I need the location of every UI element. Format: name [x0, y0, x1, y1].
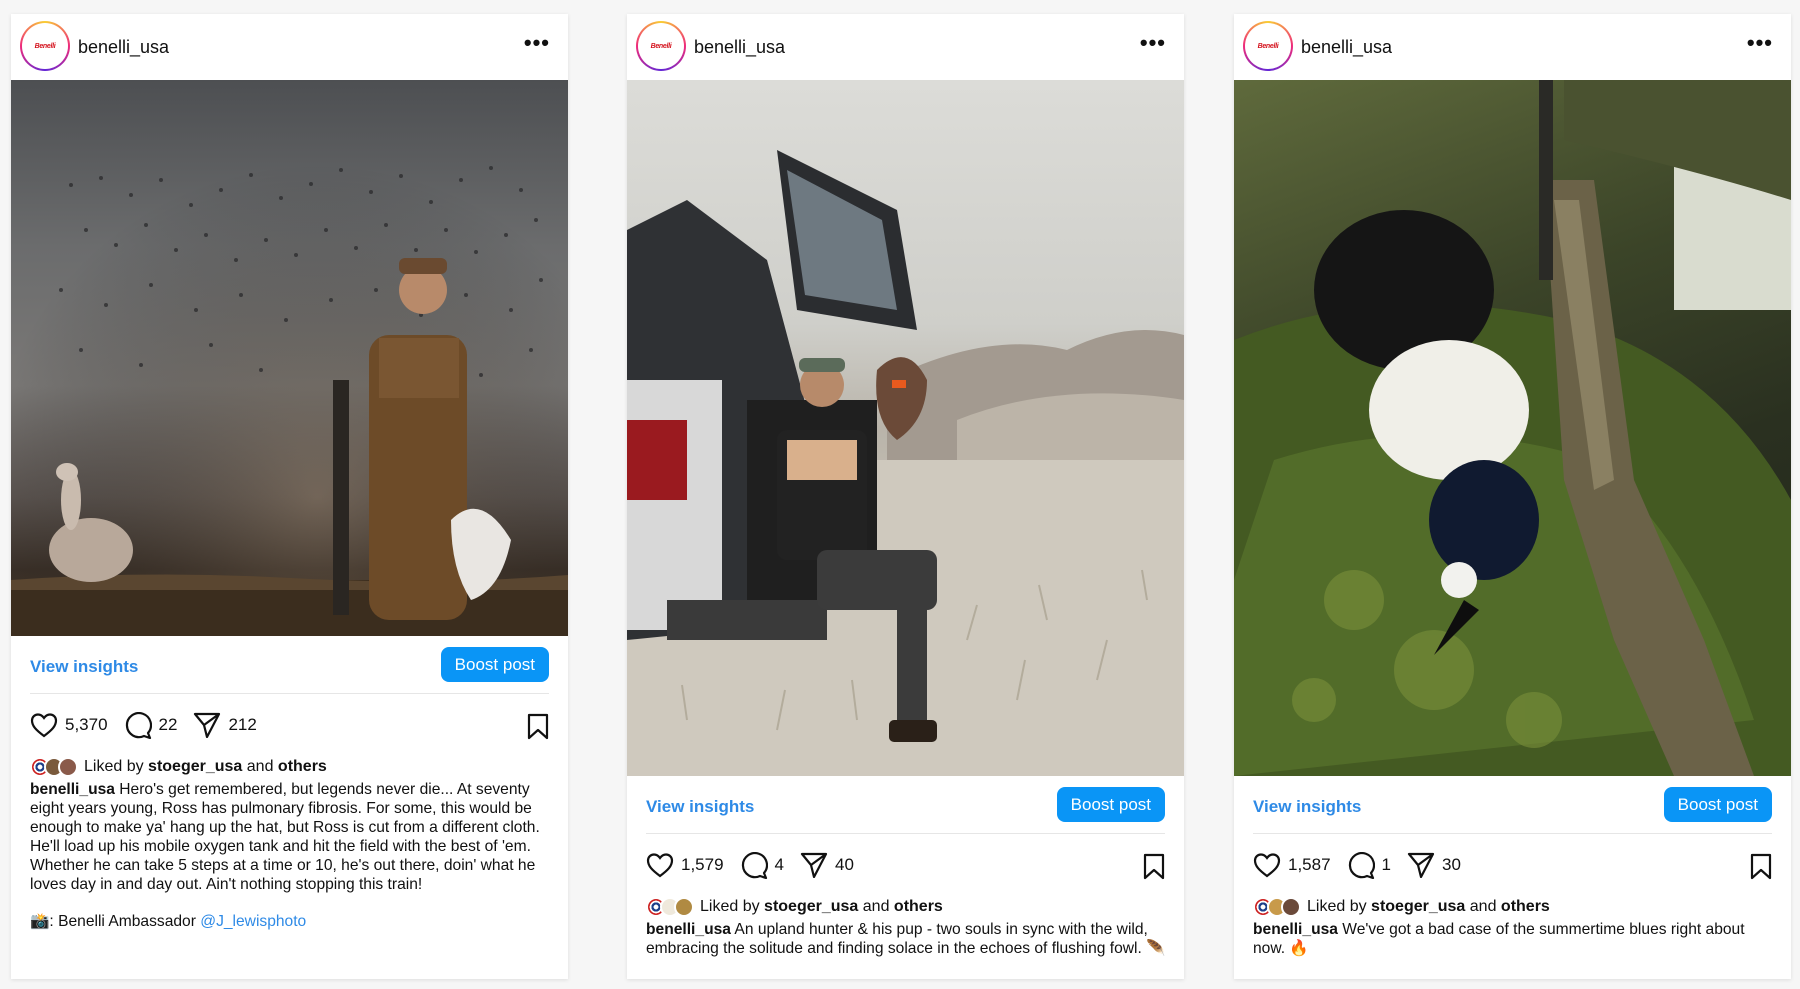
post-card-3: Benelli benelli_usa ••• View insights Bo… — [1234, 14, 1791, 979]
view-insights-link[interactable]: View insights — [1253, 797, 1361, 817]
bookmark-icon[interactable] — [526, 713, 550, 740]
avatar-logo: Benelli — [650, 42, 672, 50]
liked-by-others[interactable]: others — [894, 898, 943, 916]
caption-username[interactable]: benelli_usa — [646, 921, 731, 938]
like-stat: 1,587 — [1253, 852, 1331, 878]
caption: benelli_usa An upland hunter & his pup -… — [627, 918, 1184, 958]
like-stat: 5,370 — [30, 712, 108, 738]
liked-by-others[interactable]: others — [1501, 898, 1550, 916]
insights-row: View insights Boost post — [1234, 776, 1791, 834]
post-header: Benelli benelli_usa ••• — [11, 14, 568, 80]
post-header: Benelli benelli_usa ••• — [627, 14, 1184, 80]
caption: benelli_usa We've got a bad case of the … — [1234, 918, 1791, 958]
view-insights-link[interactable]: View insights — [30, 657, 138, 677]
comment-stat: 1 — [1347, 851, 1392, 879]
like-count: 5,370 — [65, 715, 108, 734]
post-photo[interactable] — [11, 80, 568, 636]
liked-by-and: and — [246, 758, 274, 775]
heart-icon[interactable] — [30, 712, 58, 738]
comment-stat: 22 — [124, 711, 178, 739]
avatar-logo: Benelli — [1257, 42, 1279, 50]
share-count: 30 — [1442, 855, 1461, 874]
stats-row: 5,370 22 212 — [11, 694, 568, 756]
credit-text: : Benelli Ambassador — [49, 913, 201, 930]
comment-icon[interactable] — [124, 711, 152, 739]
more-icon[interactable]: ••• — [1747, 32, 1773, 54]
post-header: Benelli benelli_usa ••• — [1234, 14, 1791, 80]
comment-count: 22 — [158, 715, 178, 734]
liked-by-user[interactable]: stoeger_usa — [764, 898, 858, 916]
liked-by-user[interactable]: stoeger_usa — [148, 758, 242, 776]
like-count: 1,587 — [1288, 855, 1331, 874]
share-stat: 40 — [800, 852, 854, 878]
caption-username[interactable]: benelli_usa — [30, 781, 115, 798]
comment-count: 1 — [1381, 855, 1392, 874]
more-icon[interactable]: ••• — [1140, 32, 1166, 54]
bookmark-icon[interactable] — [1749, 853, 1773, 880]
liked-by-row: Liked by stoeger_usa and others — [11, 756, 568, 778]
boost-post-button[interactable]: Boost post — [1663, 787, 1772, 822]
liker-avatar — [674, 897, 694, 917]
liked-by-user[interactable]: stoeger_usa — [1371, 898, 1465, 916]
camera-icon: 📸 — [30, 913, 50, 930]
photo-art — [1234, 80, 1791, 776]
view-insights-link[interactable]: View insights — [646, 797, 754, 817]
caption-username[interactable]: benelli_usa — [1253, 921, 1338, 938]
caption: benelli_usa Hero's get remembered, but l… — [11, 778, 568, 894]
like-stat: 1,579 — [646, 852, 724, 878]
liked-by-others[interactable]: others — [278, 758, 327, 776]
post-card-1: Benelli benelli_usa ••• View insights Bo… — [11, 14, 568, 979]
comment-count: 4 — [774, 855, 785, 874]
stats-row: 1,587 1 30 — [1234, 834, 1791, 896]
username[interactable]: benelli_usa — [1301, 37, 1392, 58]
liked-by-and: and — [1469, 898, 1497, 915]
share-count: 40 — [835, 855, 854, 874]
share-count: 212 — [228, 715, 257, 734]
liker-avatars[interactable] — [1253, 897, 1301, 917]
comment-icon[interactable] — [1347, 851, 1375, 879]
comment-stat: 4 — [740, 851, 785, 879]
avatar[interactable]: Benelli — [20, 21, 70, 71]
share-icon[interactable] — [800, 852, 828, 878]
liker-avatar — [58, 757, 78, 777]
share-stat: 30 — [1407, 852, 1461, 878]
insights-row: View insights Boost post — [627, 776, 1184, 834]
photo-art — [627, 150, 1184, 776]
avatar[interactable]: Benelli — [1243, 21, 1293, 71]
liked-by-and: and — [862, 898, 890, 915]
post-card-2: Benelli benelli_usa ••• View insights Bo… — [627, 14, 1184, 979]
share-icon[interactable] — [193, 712, 221, 738]
stats-row: 1,579 4 40 — [627, 834, 1184, 896]
like-count: 1,579 — [681, 855, 724, 874]
liker-avatars[interactable] — [646, 897, 694, 917]
liked-by-prefix: Liked by — [700, 898, 760, 915]
comment-icon[interactable] — [740, 851, 768, 879]
photo-credit: 📸: Benelli Ambassador @J_lewisphoto — [11, 894, 568, 931]
liker-avatars[interactable] — [30, 757, 78, 777]
share-stat: 212 — [193, 712, 257, 738]
username[interactable]: benelli_usa — [694, 37, 785, 58]
liked-by-row: Liked by stoeger_usa and others — [1234, 896, 1791, 918]
credit-link[interactable]: @J_lewisphoto — [200, 913, 306, 930]
liked-by-prefix: Liked by — [84, 758, 144, 775]
liker-avatar — [1281, 897, 1301, 917]
boost-post-button[interactable]: Boost post — [1056, 787, 1165, 822]
insights-row: View insights Boost post — [11, 636, 568, 694]
boost-post-button[interactable]: Boost post — [440, 647, 549, 682]
heart-icon[interactable] — [646, 852, 674, 878]
bookmark-icon[interactable] — [1142, 853, 1166, 880]
more-icon[interactable]: ••• — [524, 32, 550, 54]
avatar[interactable]: Benelli — [636, 21, 686, 71]
username[interactable]: benelli_usa — [78, 37, 169, 58]
photo-art — [11, 80, 568, 636]
liked-by-prefix: Liked by — [1307, 898, 1367, 915]
post-photo[interactable] — [627, 80, 1184, 776]
avatar-logo: Benelli — [34, 42, 56, 50]
liked-by-row: Liked by stoeger_usa and others — [627, 896, 1184, 918]
post-photo[interactable] — [1234, 80, 1791, 776]
heart-icon[interactable] — [1253, 852, 1281, 878]
share-icon[interactable] — [1407, 852, 1435, 878]
